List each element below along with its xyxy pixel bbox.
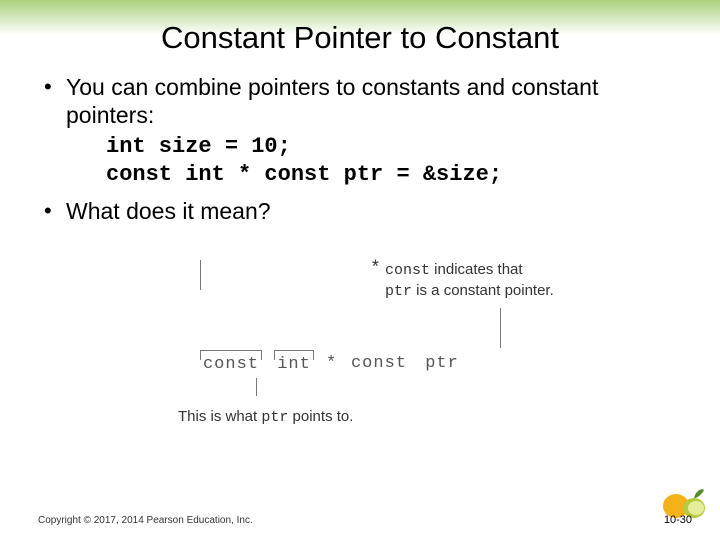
code-block: int size = 10; const int * const ptr = &… <box>106 133 680 188</box>
annot-top: const indicates that ptr is a constant p… <box>385 260 665 301</box>
annot-top-text-1: indicates that <box>430 261 523 278</box>
annot-bottom-text-1: This is what <box>178 408 261 425</box>
annot-bottom: This is what ptr points to. <box>178 408 353 426</box>
seg-star: * <box>326 350 336 373</box>
annot-bottom-ptr: ptr <box>261 409 288 426</box>
connector-line-top <box>500 308 501 348</box>
slide: Constant Pointer to Constant You can com… <box>0 0 720 540</box>
diagram: * const indicates that ptr is a constant… <box>200 260 670 460</box>
annot-top-const: const <box>385 262 430 279</box>
bullet-list-2: What does it mean? <box>40 198 680 226</box>
seg-ptr: ptr <box>422 350 462 373</box>
type-strip: const int * const ptr <box>200 350 462 374</box>
seg-int-text: int <box>277 355 311 374</box>
slide-title: Constant Pointer to Constant <box>0 0 720 66</box>
connector-line-down <box>200 260 201 290</box>
annot-top-ptr: ptr <box>385 283 412 300</box>
annot-bottom-text-2: points to. <box>288 408 353 425</box>
seg-const2: const <box>348 350 410 373</box>
seg-const: const <box>200 350 262 374</box>
slide-body: You can combine pointers to constants an… <box>0 66 720 226</box>
annot-top-text-2: is a constant pointer. <box>412 282 554 299</box>
seg-const-text: const <box>203 355 259 374</box>
bullet-list: You can combine pointers to constants an… <box>40 74 680 129</box>
seg-int: int <box>274 350 314 374</box>
code-line-2: const int * const ptr = &size; <box>106 162 502 187</box>
copyright-footer: Copyright © 2017, 2014 Pearson Education… <box>38 515 253 526</box>
connector-line-down-2 <box>256 378 257 396</box>
annot-top-star: * <box>370 259 381 279</box>
bullet-1: You can combine pointers to constants an… <box>40 74 680 129</box>
code-line-1: int size = 10; <box>106 134 291 159</box>
bullet-2: What does it mean? <box>40 198 680 226</box>
page-number: 10-30 <box>664 514 692 526</box>
